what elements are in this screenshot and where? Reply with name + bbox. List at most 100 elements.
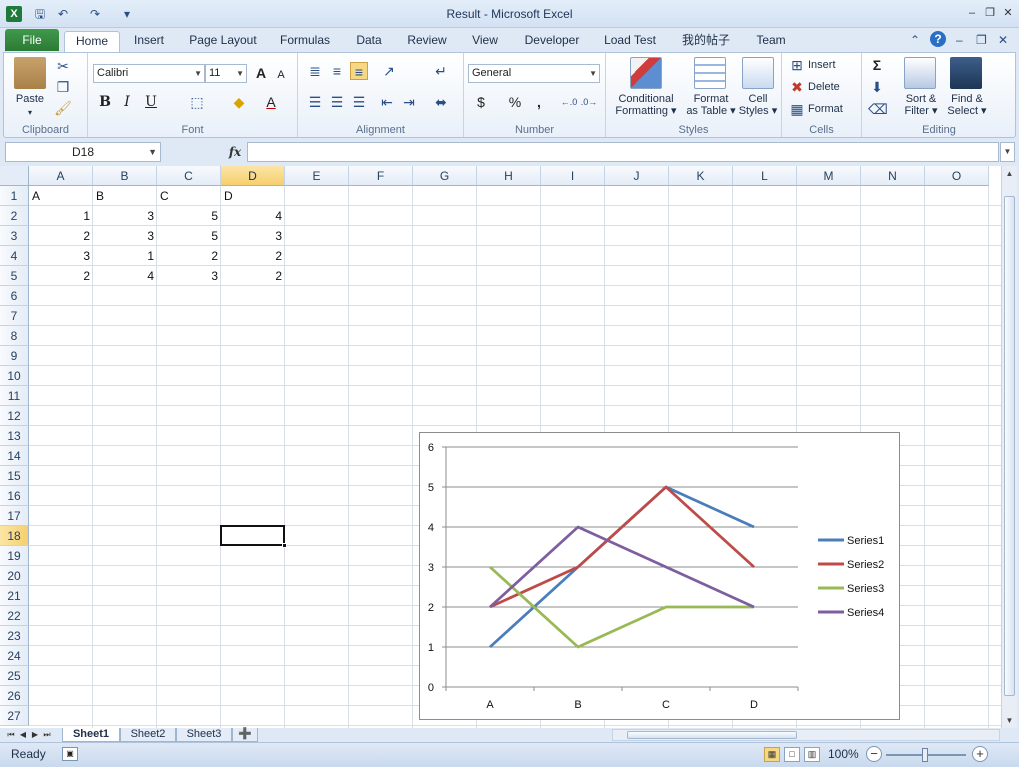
paste-dropdown-icon[interactable]: ▾ bbox=[22, 107, 38, 119]
underline-button[interactable]: U bbox=[142, 93, 160, 111]
cell-c1[interactable]: C bbox=[157, 186, 221, 206]
prev-sheet-icon[interactable]: ◀ bbox=[18, 728, 28, 742]
select-all-corner[interactable] bbox=[0, 166, 29, 186]
column-header-c[interactable]: C bbox=[157, 166, 221, 186]
row-header-24[interactable]: 24 bbox=[0, 646, 29, 666]
column-header-h[interactable]: H bbox=[477, 166, 541, 186]
font-color-icon[interactable]: A bbox=[262, 93, 280, 111]
column-header-k[interactable]: K bbox=[669, 166, 733, 186]
insert-function-button[interactable]: fx bbox=[226, 143, 244, 161]
comma-button[interactable]: , bbox=[530, 93, 548, 111]
column-header-a[interactable]: A bbox=[29, 166, 93, 186]
copy-icon[interactable]: ❐ bbox=[54, 78, 72, 96]
format-as-table-button[interactable]: Format as Table ▾ bbox=[684, 93, 738, 117]
minimize-ribbon-icon[interactable]: ⌃ bbox=[910, 31, 920, 49]
sheet-tab-1[interactable]: Sheet1 bbox=[62, 728, 120, 742]
grow-font-icon[interactable]: A bbox=[252, 64, 270, 82]
horizontal-scroll-thumb[interactable] bbox=[627, 731, 797, 739]
row-header-13[interactable]: 13 bbox=[0, 426, 29, 446]
page-layout-view-icon[interactable]: □ bbox=[784, 747, 800, 762]
last-sheet-icon[interactable]: ⏭ bbox=[42, 728, 52, 742]
font-size-combo[interactable]: 11 ▼ bbox=[205, 64, 247, 83]
cell-d4[interactable]: 2 bbox=[221, 246, 285, 266]
wrap-text-icon[interactable]: ↵ bbox=[432, 62, 450, 80]
row-header-18[interactable]: 18 bbox=[0, 526, 29, 546]
row-header-6[interactable]: 6 bbox=[0, 286, 29, 306]
workbook-close-icon[interactable]: ✕ bbox=[998, 31, 1008, 49]
tab-view[interactable]: View bbox=[466, 31, 504, 52]
cell-b2[interactable]: 3 bbox=[93, 206, 157, 226]
row-header-19[interactable]: 19 bbox=[0, 546, 29, 566]
next-sheet-icon[interactable]: ▶ bbox=[30, 728, 40, 742]
active-cell[interactable] bbox=[220, 525, 287, 548]
cell-a4[interactable]: 3 bbox=[29, 246, 93, 266]
column-header-g[interactable]: G bbox=[413, 166, 477, 186]
horizontal-scrollbar[interactable] bbox=[612, 729, 1000, 741]
row-header-1[interactable]: 1 bbox=[0, 186, 29, 206]
cell-a3[interactable]: 2 bbox=[29, 226, 93, 246]
tab-home[interactable]: Home bbox=[64, 31, 120, 52]
column-header-f[interactable]: F bbox=[349, 166, 413, 186]
cell-b1[interactable]: B bbox=[93, 186, 157, 206]
zoom-level[interactable]: 100% bbox=[828, 747, 859, 761]
italic-button[interactable]: I bbox=[118, 93, 136, 111]
row-header-5[interactable]: 5 bbox=[0, 266, 29, 286]
align-right-icon[interactable]: ☰ bbox=[350, 93, 368, 111]
cell-d2[interactable]: 4 bbox=[221, 206, 285, 226]
format-cells-button[interactable]: Format bbox=[808, 103, 843, 115]
row-header-11[interactable]: 11 bbox=[0, 386, 29, 406]
cell-c2[interactable]: 5 bbox=[157, 206, 221, 226]
decrease-indent-icon[interactable]: ⇤ bbox=[378, 93, 396, 111]
column-header-j[interactable]: J bbox=[605, 166, 669, 186]
row-header-7[interactable]: 7 bbox=[0, 306, 29, 326]
cell-a5[interactable]: 2 bbox=[29, 266, 93, 286]
column-header-i[interactable]: I bbox=[541, 166, 605, 186]
formula-input[interactable] bbox=[247, 142, 999, 162]
tab-review[interactable]: Review bbox=[402, 31, 452, 52]
tab-formulas[interactable]: Formulas bbox=[276, 31, 334, 52]
column-header-m[interactable]: M bbox=[797, 166, 861, 186]
row-header-26[interactable]: 26 bbox=[0, 686, 29, 706]
zoom-out-icon[interactable]: − bbox=[866, 746, 882, 762]
row-header-4[interactable]: 4 bbox=[0, 246, 29, 266]
row-header-17[interactable]: 17 bbox=[0, 506, 29, 526]
row-header-25[interactable]: 25 bbox=[0, 666, 29, 686]
record-macro-icon[interactable]: ▣ bbox=[62, 747, 78, 761]
column-header-o[interactable]: O bbox=[925, 166, 989, 186]
expand-formula-bar-icon[interactable]: ▼ bbox=[1000, 142, 1015, 162]
new-sheet-icon[interactable]: ➕ bbox=[232, 728, 258, 742]
row-header-21[interactable]: 21 bbox=[0, 586, 29, 606]
insert-cells-button[interactable]: Insert bbox=[808, 59, 836, 71]
row-header-12[interactable]: 12 bbox=[0, 406, 29, 426]
vertical-scroll-thumb[interactable] bbox=[1004, 196, 1015, 696]
tab-team[interactable]: Team bbox=[752, 31, 790, 52]
row-header-14[interactable]: 14 bbox=[0, 446, 29, 466]
conditional-formatting-icon[interactable] bbox=[630, 57, 662, 89]
normal-view-icon[interactable]: ▦ bbox=[764, 747, 780, 762]
scroll-down-icon[interactable]: ▼ bbox=[1002, 713, 1017, 728]
tab-insert[interactable]: Insert bbox=[126, 31, 172, 52]
shrink-font-icon[interactable]: A bbox=[272, 66, 290, 84]
cell-c5[interactable]: 3 bbox=[157, 266, 221, 286]
sheet-tab-2[interactable]: Sheet2 bbox=[120, 728, 176, 742]
cell-b3[interactable]: 3 bbox=[93, 226, 157, 246]
align-middle-icon[interactable]: ≡ bbox=[328, 62, 346, 80]
bold-button[interactable]: B bbox=[96, 93, 114, 111]
currency-button[interactable]: $ bbox=[472, 93, 490, 111]
page-break-view-icon[interactable]: ▥ bbox=[804, 747, 820, 762]
tab-my-posts[interactable]: 我的帖子 bbox=[676, 31, 736, 52]
cell-a1[interactable]: A bbox=[29, 186, 93, 206]
cell-c3[interactable]: 5 bbox=[157, 226, 221, 246]
row-header-15[interactable]: 15 bbox=[0, 466, 29, 486]
clear-icon[interactable]: ⌫ bbox=[868, 100, 888, 118]
paste-button[interactable]: Paste bbox=[10, 93, 50, 105]
name-box[interactable]: D18 ▼ bbox=[5, 142, 161, 162]
merge-center-icon[interactable]: ⬌ bbox=[432, 93, 450, 111]
row-header-20[interactable]: 20 bbox=[0, 566, 29, 586]
sheet-tab-3[interactable]: Sheet3 bbox=[176, 728, 232, 742]
sort-filter-button[interactable]: Sort & Filter ▾ bbox=[898, 93, 944, 117]
row-header-2[interactable]: 2 bbox=[0, 206, 29, 226]
row-header-16[interactable]: 16 bbox=[0, 486, 29, 506]
worksheet-grid[interactable]: A B C D E F G H I J K L M N O 1 2 3 4 5 6 7 8 9 10 11 12 13 14 15 16 17… bbox=[0, 166, 1001, 728]
cell-d5[interactable]: 2 bbox=[221, 266, 285, 286]
